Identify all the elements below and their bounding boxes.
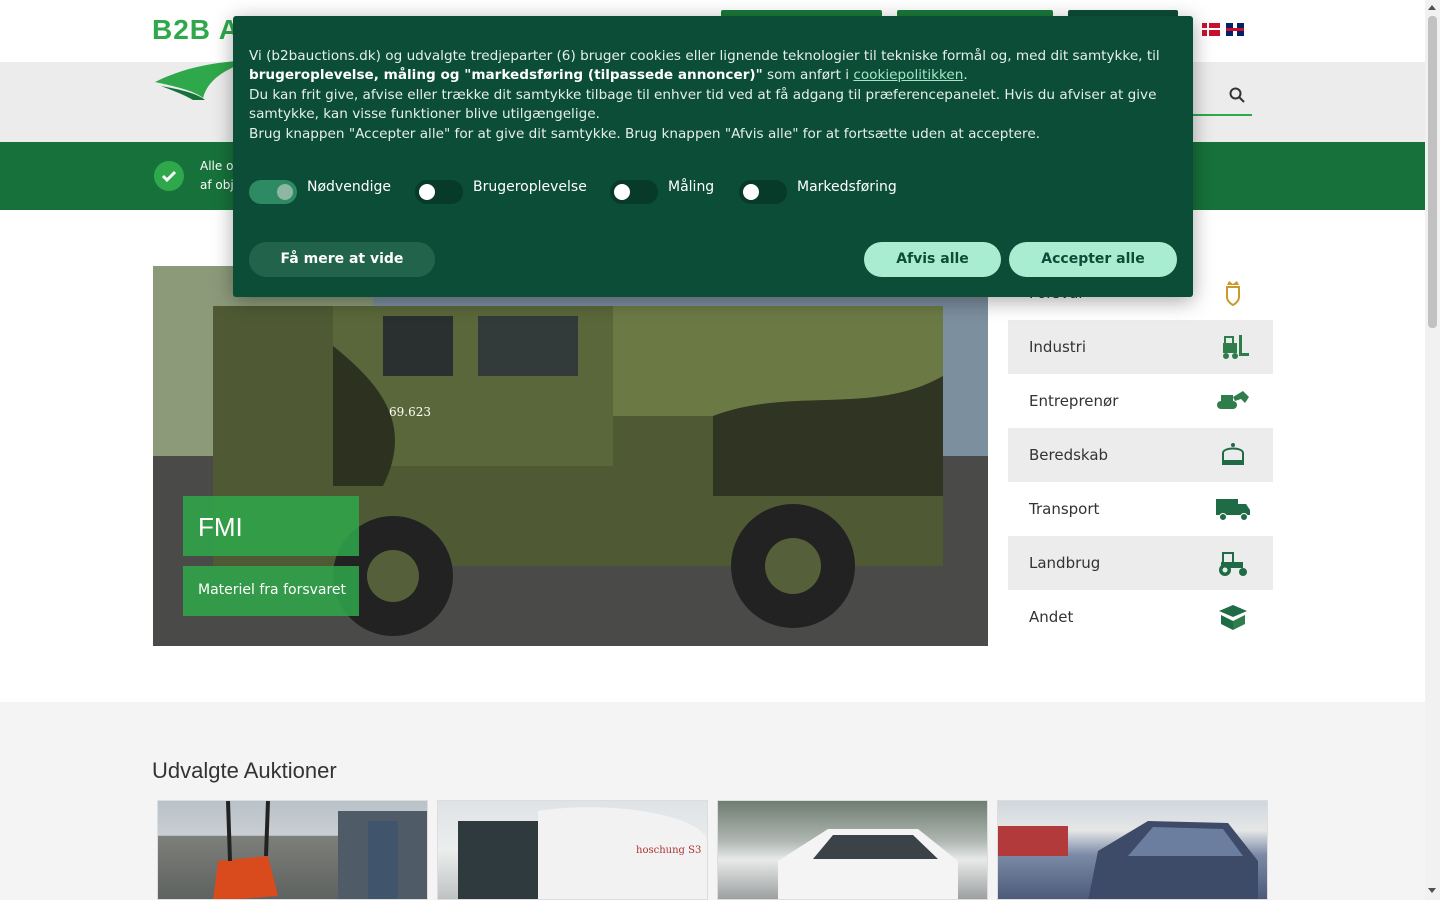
english-flag-icon[interactable] [1226, 23, 1244, 36]
category-label: Andet [1029, 608, 1074, 626]
cookie-text-2: som anført i [762, 67, 854, 84]
auction-thumb-4[interactable] [997, 800, 1268, 900]
category-andet[interactable]: Andet [1008, 590, 1273, 644]
user-experience-label: Brugeroplevelse [473, 179, 587, 195]
category-industri[interactable]: Industri [1008, 320, 1273, 374]
notice-text-line-1: Alle o [200, 159, 234, 173]
cookie-description: Vi (b2bauctions.dk) og udvalgte tredjepa… [249, 47, 1179, 144]
crown-crest-icon [1226, 281, 1240, 307]
accept-all-button[interactable]: Accepter alle [1009, 242, 1177, 277]
tractor-icon [1219, 552, 1247, 576]
auction-thumb-3[interactable] [717, 800, 988, 900]
vehicle-number: 69.623 [389, 405, 431, 419]
category-beredskab[interactable]: Beredskab [1008, 428, 1273, 482]
sweeper-image: hoschung S3 [458, 807, 707, 899]
hero-subtitle-box[interactable]: Materiel fra forsvaret [183, 566, 359, 616]
hero-banner[interactable]: 69.623 FMI Materiel fra forsvaret [153, 266, 988, 646]
category-label: Transport [1029, 500, 1100, 518]
auction-thumb-2[interactable]: hoschung S3 [437, 800, 708, 900]
cookie-text-3: . [963, 67, 968, 84]
category-transport[interactable]: Transport [1008, 482, 1273, 536]
cookie-policy-link[interactable]: cookiepolitikken [853, 67, 963, 83]
category-label: Landbrug [1029, 554, 1101, 572]
auction-thumb-1[interactable] [157, 800, 428, 900]
cookie-text-1: Vi (b2bauctions.dk) og udvalgte tredjepa… [249, 48, 1160, 64]
checkmark-icon [154, 161, 184, 191]
box-icon [1219, 605, 1247, 630]
truck-icon [1216, 499, 1250, 521]
forklift-icon [1223, 335, 1249, 359]
excavator-icon [1217, 391, 1249, 409]
station-wagon-image [778, 829, 958, 899]
hatchback-image [998, 821, 1258, 899]
measurement-label: Måling [668, 179, 715, 195]
category-label: Industri [1029, 338, 1086, 356]
category-entreprenor[interactable]: Entreprenør [1008, 374, 1273, 428]
cookie-text-bold: brugeroplevelse, måling og "markedsførin… [249, 67, 763, 84]
necessary-label: Nødvendige [307, 179, 391, 195]
hero-subtitle: Materiel fra forsvaret [198, 582, 347, 598]
mower-image [213, 801, 427, 899]
hero-title: FMI [198, 512, 243, 542]
necessary-toggle[interactable] [249, 180, 297, 204]
sweeper-brand-label: hoschung S3 [636, 845, 701, 856]
category-label: Entreprenør [1029, 392, 1119, 410]
marketing-toggle[interactable] [739, 180, 787, 204]
scroll-thumb[interactable] [1428, 16, 1437, 328]
measurement-toggle[interactable] [610, 180, 658, 204]
user-experience-toggle[interactable] [415, 180, 463, 204]
learn-more-button[interactable]: Få mere at vide [249, 242, 435, 277]
hero-title-box[interactable]: FMI [183, 496, 359, 556]
site-logo[interactable]: B2B A [152, 14, 240, 46]
reject-all-button[interactable]: Afvis alle [864, 242, 1001, 277]
scroll-up-arrow-icon[interactable] [1428, 5, 1436, 10]
royal-crown-icon [1222, 443, 1244, 465]
cookie-text-para-3: Brug knappen "Accepter alle" for at give… [249, 125, 1041, 142]
page-scrollbar[interactable] [1425, 0, 1440, 900]
category-label: Beredskab [1029, 446, 1109, 464]
cookie-consent-dialog: Vi (b2bauctions.dk) og udvalgte tredjepa… [233, 16, 1193, 297]
danish-flag-icon[interactable] [1202, 23, 1220, 36]
featured-title: Udvalgte Auktioner [152, 758, 337, 783]
category-landbrug[interactable]: Landbrug [1008, 536, 1273, 590]
marketing-label: Markedsføring [797, 179, 897, 195]
scroll-down-arrow-icon[interactable] [1428, 888, 1436, 893]
cookie-text-para-2: Du kan frit give, afvise eller trække di… [249, 86, 1157, 123]
search-icon[interactable] [1228, 86, 1246, 104]
